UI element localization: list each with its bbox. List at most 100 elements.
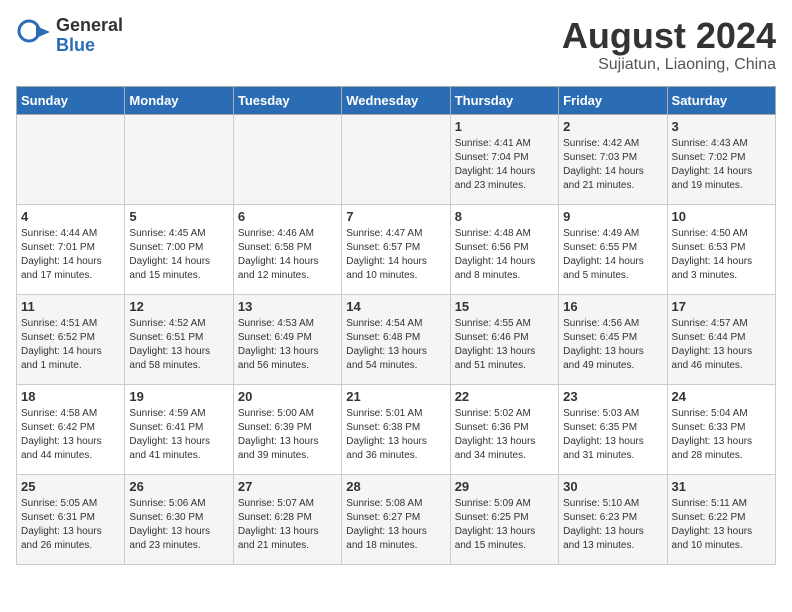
- calendar-cell: 31Sunrise: 5:11 AM Sunset: 6:22 PM Dayli…: [667, 474, 775, 564]
- day-info: Sunrise: 5:09 AM Sunset: 6:25 PM Dayligh…: [455, 497, 554, 553]
- day-number: 11: [21, 299, 120, 314]
- calendar-cell: 25 Sunrise: 5:05 AM Sunset: 6:31 PM Dayli…: [17, 474, 125, 564]
- calendar-cell: [17, 114, 125, 204]
- day-number: 27: [238, 479, 337, 494]
- calendar-cell: 18 Sunrise: 4:58 AM Sunset: 6:42 PM Dayli…: [17, 384, 125, 474]
- day-number: 23: [563, 389, 662, 404]
- day-number: 18: [21, 389, 120, 404]
- logo-icon: [16, 18, 52, 54]
- day-number: 5: [129, 209, 228, 224]
- day-number: 21: [346, 389, 445, 404]
- logo-blue-text: Blue: [56, 36, 123, 56]
- calendar-week-row: 25 Sunrise: 5:05 AM Sunset: 6:31 PM Dayli…: [17, 474, 776, 564]
- calendar-cell: 23Sunrise: 5:03 AM Sunset: 6:35 PM Dayli…: [559, 384, 667, 474]
- day-info: Sunrise: 4:55 AM Sunset: 6:46 PM Dayligh…: [455, 317, 554, 373]
- col-header-tuesday: Tuesday: [233, 86, 341, 114]
- day-number: 6: [238, 209, 337, 224]
- calendar-cell: 5 Sunrise: 4:45 AM Sunset: 7:00 PM Daylig…: [125, 204, 233, 294]
- col-header-saturday: Saturday: [667, 86, 775, 114]
- calendar-cell: 17 Sunrise: 4:57 AM Sunset: 6:44 PM Dayli…: [667, 294, 775, 384]
- title-block: August 2024 Sujiatun, Liaoning, China: [562, 16, 776, 74]
- logo-general-text: General: [56, 16, 123, 36]
- calendar-cell: 1 Sunrise: 4:41 AM Sunset: 7:04 PM Daylig…: [450, 114, 558, 204]
- calendar-cell: [342, 114, 450, 204]
- calendar-cell: 22Sunrise: 5:02 AM Sunset: 6:36 PM Dayli…: [450, 384, 558, 474]
- day-number: 30: [563, 479, 662, 494]
- page-header: General Blue August 2024 Sujiatun, Liaon…: [16, 16, 776, 74]
- day-info: Sunrise: 4:58 AM Sunset: 6:42 PM Dayligh…: [21, 407, 120, 463]
- calendar-cell: 7 Sunrise: 4:47 AM Sunset: 6:57 PM Daylig…: [342, 204, 450, 294]
- day-info: Sunrise: 4:47 AM Sunset: 6:57 PM Dayligh…: [346, 227, 445, 283]
- calendar-cell: 20 Sunrise: 5:00 AM Sunset: 6:39 PM Dayli…: [233, 384, 341, 474]
- calendar-table: SundayMondayTuesdayWednesdayThursdayFrid…: [16, 86, 776, 565]
- day-number: 29: [455, 479, 554, 494]
- day-info: Sunrise: 4:53 AM Sunset: 6:49 PM Dayligh…: [238, 317, 337, 373]
- calendar-cell: 3Sunrise: 4:43 AM Sunset: 7:02 PM Daylig…: [667, 114, 775, 204]
- day-info: Sunrise: 4:57 AM Sunset: 6:44 PM Dayligh…: [672, 317, 771, 373]
- day-info: Sunrise: 5:05 AM Sunset: 6:31 PM Dayligh…: [21, 497, 120, 553]
- day-number: 14: [346, 299, 445, 314]
- logo: General Blue: [16, 16, 123, 56]
- calendar-cell: [233, 114, 341, 204]
- day-info: Sunrise: 4:46 AM Sunset: 6:58 PM Dayligh…: [238, 227, 337, 283]
- day-info: Sunrise: 4:49 AM Sunset: 6:55 PM Dayligh…: [563, 227, 662, 283]
- day-info: Sunrise: 4:43 AM Sunset: 7:02 PM Dayligh…: [672, 137, 771, 193]
- day-info: Sunrise: 4:44 AM Sunset: 7:01 PM Dayligh…: [21, 227, 120, 283]
- day-number: 22: [455, 389, 554, 404]
- calendar-week-row: 11 Sunrise: 4:51 AM Sunset: 6:52 PM Dayli…: [17, 294, 776, 384]
- day-info: Sunrise: 5:06 AM Sunset: 6:30 PM Dayligh…: [129, 497, 228, 553]
- calendar-cell: 9 Sunrise: 4:49 AM Sunset: 6:55 PM Daylig…: [559, 204, 667, 294]
- day-number: 1: [455, 119, 554, 134]
- day-info: Sunrise: 4:42 AM Sunset: 7:03 PM Dayligh…: [563, 137, 662, 193]
- day-number: 25: [21, 479, 120, 494]
- col-header-monday: Monday: [125, 86, 233, 114]
- day-number: 17: [672, 299, 771, 314]
- day-info: Sunrise: 5:11 AM Sunset: 6:22 PM Dayligh…: [672, 497, 771, 553]
- day-number: 24: [672, 389, 771, 404]
- day-info: Sunrise: 5:00 AM Sunset: 6:39 PM Dayligh…: [238, 407, 337, 463]
- day-number: 20: [238, 389, 337, 404]
- day-number: 15: [455, 299, 554, 314]
- calendar-cell: 10 Sunrise: 4:50 AM Sunset: 6:53 PM Dayli…: [667, 204, 775, 294]
- day-info: Sunrise: 4:56 AM Sunset: 6:45 PM Dayligh…: [563, 317, 662, 373]
- calendar-cell: 26 Sunrise: 5:06 AM Sunset: 6:30 PM Dayli…: [125, 474, 233, 564]
- calendar-cell: 21 Sunrise: 5:01 AM Sunset: 6:38 PM Dayli…: [342, 384, 450, 474]
- day-info: Sunrise: 4:52 AM Sunset: 6:51 PM Dayligh…: [129, 317, 228, 373]
- calendar-cell: 19Sunrise: 4:59 AM Sunset: 6:41 PM Dayli…: [125, 384, 233, 474]
- day-info: Sunrise: 4:48 AM Sunset: 6:56 PM Dayligh…: [455, 227, 554, 283]
- calendar-cell: 28Sunrise: 5:08 AM Sunset: 6:27 PM Dayli…: [342, 474, 450, 564]
- day-number: 13: [238, 299, 337, 314]
- day-info: Sunrise: 4:50 AM Sunset: 6:53 PM Dayligh…: [672, 227, 771, 283]
- day-number: 19: [129, 389, 228, 404]
- calendar-header-row: SundayMondayTuesdayWednesdayThursdayFrid…: [17, 86, 776, 114]
- day-info: Sunrise: 4:41 AM Sunset: 7:04 PM Dayligh…: [455, 137, 554, 193]
- calendar-cell: 29 Sunrise: 5:09 AM Sunset: 6:25 PM Dayli…: [450, 474, 558, 564]
- calendar-cell: 4Sunrise: 4:44 AM Sunset: 7:01 PM Daylig…: [17, 204, 125, 294]
- col-header-wednesday: Wednesday: [342, 86, 450, 114]
- calendar-cell: 13 Sunrise: 4:53 AM Sunset: 6:49 PM Dayli…: [233, 294, 341, 384]
- day-number: 7: [346, 209, 445, 224]
- calendar-cell: 12Sunrise: 4:52 AM Sunset: 6:51 PM Dayli…: [125, 294, 233, 384]
- calendar-cell: 14 Sunrise: 4:54 AM Sunset: 6:48 PM Dayli…: [342, 294, 450, 384]
- day-info: Sunrise: 5:01 AM Sunset: 6:38 PM Dayligh…: [346, 407, 445, 463]
- day-number: 10: [672, 209, 771, 224]
- day-number: 26: [129, 479, 228, 494]
- day-number: 2: [563, 119, 662, 134]
- calendar-cell: 15 Sunrise: 4:55 AM Sunset: 6:46 PM Dayli…: [450, 294, 558, 384]
- calendar-cell: 16Sunrise: 4:56 AM Sunset: 6:45 PM Dayli…: [559, 294, 667, 384]
- day-info: Sunrise: 4:54 AM Sunset: 6:48 PM Dayligh…: [346, 317, 445, 373]
- day-info: Sunrise: 4:51 AM Sunset: 6:52 PM Dayligh…: [21, 317, 120, 373]
- calendar-cell: 8 Sunrise: 4:48 AM Sunset: 6:56 PM Daylig…: [450, 204, 558, 294]
- day-number: 9: [563, 209, 662, 224]
- calendar-cell: 30 Sunrise: 5:10 AM Sunset: 6:23 PM Dayli…: [559, 474, 667, 564]
- day-info: Sunrise: 5:07 AM Sunset: 6:28 PM Dayligh…: [238, 497, 337, 553]
- calendar-week-row: 1 Sunrise: 4:41 AM Sunset: 7:04 PM Daylig…: [17, 114, 776, 204]
- month-year-title: August 2024: [562, 16, 776, 56]
- day-info: Sunrise: 5:10 AM Sunset: 6:23 PM Dayligh…: [563, 497, 662, 553]
- calendar-cell: 11 Sunrise: 4:51 AM Sunset: 6:52 PM Dayli…: [17, 294, 125, 384]
- day-number: 8: [455, 209, 554, 224]
- calendar-cell: [125, 114, 233, 204]
- calendar-cell: 2 Sunrise: 4:42 AM Sunset: 7:03 PM Daylig…: [559, 114, 667, 204]
- calendar-cell: 24Sunrise: 5:04 AM Sunset: 6:33 PM Dayli…: [667, 384, 775, 474]
- day-info: Sunrise: 4:45 AM Sunset: 7:00 PM Dayligh…: [129, 227, 228, 283]
